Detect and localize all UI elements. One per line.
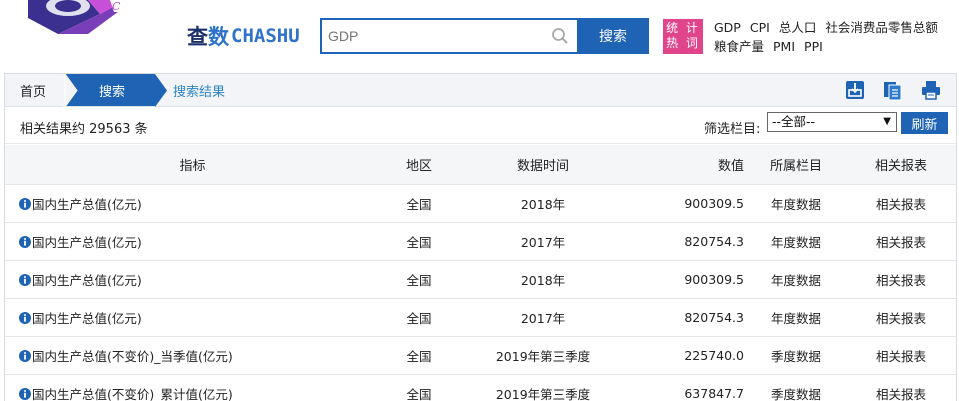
- indicator-cell: 国内生产总值(亿元): [5, 194, 380, 213]
- filter-selected-value: --全部--: [772, 114, 816, 129]
- badge-line2: 热 词: [666, 36, 700, 50]
- info-icon[interactable]: [19, 197, 31, 210]
- value-cell: 637847.7: [684, 386, 744, 401]
- hot-term-link[interactable]: 粮食产量: [714, 39, 764, 54]
- table-header: 指标 地区 数据时间 数值 所属栏目 相关报表: [5, 145, 956, 184]
- filter-bar: 相关结果约 29563 条 筛选栏目: --全部-- ▼ 刷新: [5, 107, 956, 144]
- table-row: 国内生产总值(亿元) 全国 2017年 820754.3 年度数据 相关报表: [5, 222, 956, 260]
- site-logo[interactable]: C: [28, 0, 126, 34]
- column-filter-select[interactable]: --全部-- ▼: [767, 112, 897, 132]
- table-body: 国内生产总值(亿元) 全国 2018年 900309.5 年度数据 相关报表 国内生产总值(…: [5, 184, 956, 401]
- hot-term-link[interactable]: 总人口: [779, 20, 817, 35]
- search-icon[interactable]: [551, 27, 569, 45]
- table-row: 国内生产总值(不变价)_当季值(亿元) 全国 2019年第三季度 225740.0 季度…: [5, 336, 956, 374]
- category-cell: 年度数据: [770, 273, 821, 288]
- date-cell: 2019年第三季度: [495, 387, 591, 401]
- region-cell: 全国: [406, 273, 432, 288]
- svg-text:C: C: [112, 0, 121, 13]
- search-button[interactable]: 搜索: [577, 18, 649, 54]
- value-cell: 225740.0: [684, 348, 744, 363]
- indicator-cell: 国内生产总值(不变价)_累计值(亿元): [5, 384, 380, 401]
- region-cell: 全国: [406, 311, 432, 326]
- region-cell: 全国: [406, 349, 432, 364]
- related-report-link[interactable]: 相关报表: [846, 308, 956, 327]
- info-icon[interactable]: [19, 235, 31, 248]
- region-cell: 全国: [406, 235, 432, 250]
- header-indicator: 指标: [179, 159, 206, 174]
- hot-term-link[interactable]: PMI: [773, 39, 795, 54]
- table-row: 国内生产总值(亿元) 全国 2017年 820754.3 年度数据 相关报表: [5, 298, 956, 336]
- table-row: 国内生产总值(亿元) 全国 2018年 900309.5 年度数据 相关报表: [5, 184, 956, 222]
- print-icon[interactable]: [920, 79, 942, 101]
- breadcrumb-result[interactable]: 搜索结果: [173, 74, 225, 106]
- breadcrumb-home[interactable]: 首页: [5, 74, 65, 106]
- brand-logo[interactable]: 查数 CHASHU: [187, 22, 300, 50]
- export-icon[interactable]: [844, 79, 866, 101]
- value-cell: 900309.5: [684, 272, 744, 287]
- info-icon[interactable]: [19, 349, 31, 362]
- header-region: 地区: [405, 159, 432, 174]
- region-cell: 全国: [406, 387, 432, 401]
- search-box: [320, 18, 577, 54]
- header-date: 数据时间: [516, 159, 569, 174]
- indicator-name[interactable]: 国内生产总值(亿元): [32, 232, 142, 251]
- indicator-name[interactable]: 国内生产总值(不变价)_累计值(亿元): [32, 384, 233, 401]
- breadcrumb-chevrons: [63, 74, 167, 107]
- results-table: 指标 地区 数据时间 数值 所属栏目 相关报表 国内生产总值(亿元) 全国 2018…: [5, 145, 956, 401]
- stat-hotwords-badge: 统 计 热 词: [663, 19, 703, 54]
- search-input[interactable]: [322, 20, 542, 52]
- header-reports: 相关报表: [874, 159, 927, 174]
- breadcrumb: 首页 搜索 搜索结果: [5, 74, 956, 107]
- related-report-link[interactable]: 相关报表: [846, 270, 956, 289]
- related-report-link[interactable]: 相关报表: [846, 232, 956, 251]
- chevron-down-icon: ▼: [883, 116, 891, 127]
- value-cell: 820754.3: [684, 234, 744, 249]
- hot-terms-list: GDP CPI 总人口 社会消费品零售总额 粮食产量 PMI PPI: [714, 18, 954, 56]
- date-cell: 2019年第三季度: [495, 349, 591, 364]
- header-value: 数值: [717, 159, 744, 174]
- hot-term-link[interactable]: PPI: [804, 39, 823, 54]
- info-icon[interactable]: [19, 273, 31, 286]
- date-cell: 2018年: [520, 273, 566, 288]
- region-cell: 全国: [406, 197, 432, 212]
- indicator-name[interactable]: 国内生产总值(亿元): [32, 308, 142, 327]
- hot-term-link[interactable]: GDP: [714, 20, 741, 35]
- value-cell: 820754.3: [684, 310, 744, 325]
- date-cell: 2017年: [520, 235, 566, 250]
- category-cell: 季度数据: [770, 387, 821, 401]
- indicator-cell: 国内生产总值(不变价)_当季值(亿元): [5, 346, 380, 365]
- date-cell: 2018年: [520, 197, 566, 212]
- results-panel: 首页 搜索 搜索结果 相关结果约 29563 条 筛选栏目: --全部-- ▼ …: [4, 73, 957, 401]
- copy-icon[interactable]: [882, 79, 904, 101]
- toolbar-icons: [844, 79, 942, 101]
- info-icon[interactable]: [19, 311, 31, 324]
- related-report-link[interactable]: 相关报表: [846, 346, 956, 365]
- hot-term-link[interactable]: CPI: [750, 20, 770, 35]
- info-icon[interactable]: [19, 387, 31, 400]
- category-cell: 年度数据: [770, 235, 821, 250]
- category-cell: 季度数据: [770, 349, 821, 364]
- indicator-cell: 国内生产总值(亿元): [5, 232, 380, 251]
- refresh-button[interactable]: 刷新: [901, 112, 948, 134]
- header-category: 所属栏目: [769, 159, 822, 174]
- result-count: 相关结果约 29563 条: [20, 122, 148, 137]
- indicator-name[interactable]: 国内生产总值(亿元): [32, 194, 142, 213]
- filter-label: 筛选栏目:: [704, 122, 761, 137]
- date-cell: 2017年: [520, 311, 566, 326]
- brand-en-text: CHASHU: [231, 25, 300, 47]
- table-row: 国内生产总值(不变价)_累计值(亿元) 全国 2019年第三季度 637847.7 季度…: [5, 374, 956, 401]
- related-report-link[interactable]: 相关报表: [846, 194, 956, 213]
- indicator-name[interactable]: 国内生产总值(亿元): [32, 270, 142, 289]
- indicator-name[interactable]: 国内生产总值(不变价)_当季值(亿元): [32, 346, 233, 365]
- table-row: 国内生产总值(亿元) 全国 2018年 900309.5 年度数据 相关报表: [5, 260, 956, 298]
- hot-term-link[interactable]: 社会消费品零售总额: [825, 20, 938, 35]
- category-cell: 年度数据: [770, 311, 821, 326]
- value-cell: 900309.5: [684, 196, 744, 211]
- brand-cn-text: 查数: [187, 25, 229, 49]
- badge-line1: 统 计: [666, 21, 700, 35]
- related-report-link[interactable]: 相关报表: [846, 384, 956, 401]
- indicator-cell: 国内生产总值(亿元): [5, 270, 380, 289]
- indicator-cell: 国内生产总值(亿元): [5, 308, 380, 327]
- category-cell: 年度数据: [770, 197, 821, 212]
